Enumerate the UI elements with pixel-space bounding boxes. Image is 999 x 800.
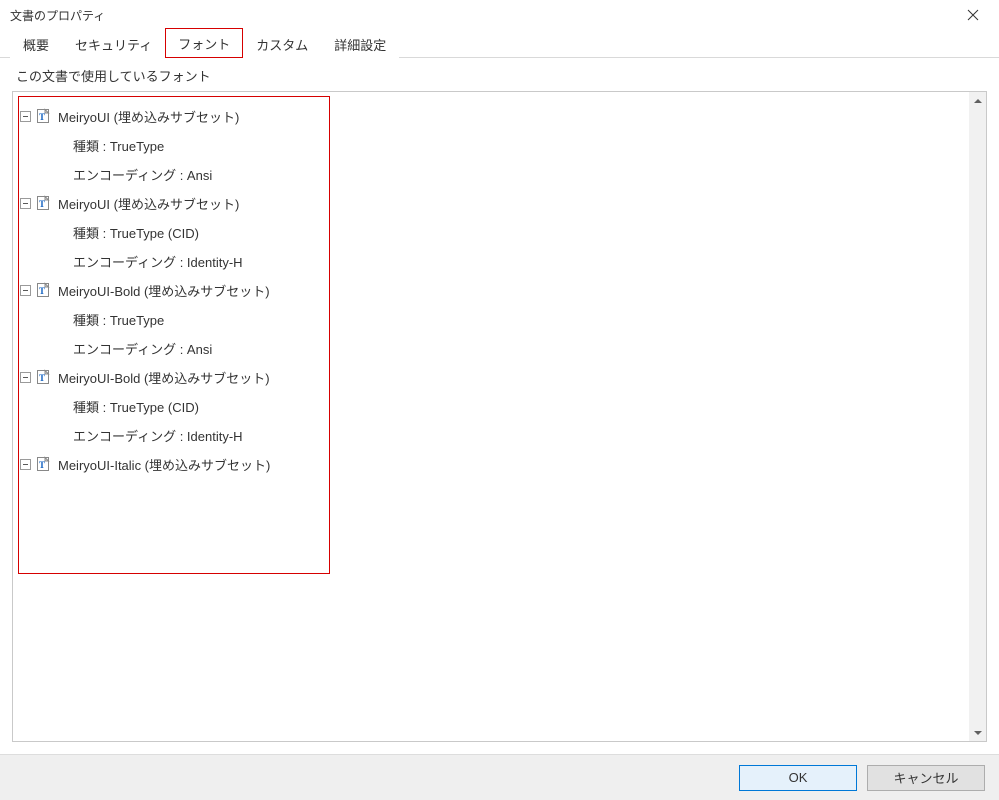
font-file-icon: T xyxy=(36,195,52,211)
collapse-toggle[interactable] xyxy=(20,198,31,209)
font-encoding-row: エンコーディング : Identity-H xyxy=(73,250,965,272)
font-encoding-row: エンコーディング : Ansi xyxy=(73,337,965,359)
font-node[interactable]: T MeiryoUI (埋め込みサブセット) xyxy=(17,105,965,127)
font-file-icon: T xyxy=(36,456,52,472)
font-type-row: 種類 : TrueType xyxy=(73,308,965,330)
font-node[interactable]: T MeiryoUI-Bold (埋め込みサブセット) xyxy=(17,279,965,301)
titlebar: 文書のプロパティ xyxy=(0,0,999,30)
font-encoding-row: エンコーディング : Identity-H xyxy=(73,424,965,446)
font-type-row: 種類 : TrueType (CID) xyxy=(73,221,965,243)
font-type-row: 種類 : TrueType (CID) xyxy=(73,395,965,417)
font-node[interactable]: T MeiryoUI (埋め込みサブセット) xyxy=(17,192,965,214)
collapse-toggle[interactable] xyxy=(20,459,31,470)
vertical-scrollbar[interactable] xyxy=(969,92,986,741)
collapse-toggle[interactable] xyxy=(20,285,31,296)
scroll-down-button[interactable] xyxy=(969,724,986,741)
tab-advanced[interactable]: 詳細設定 xyxy=(321,29,399,58)
font-type-row: 種類 : TrueType xyxy=(73,134,965,156)
collapse-toggle[interactable] xyxy=(20,372,31,383)
fonts-group-label: この文書で使用しているフォント xyxy=(12,62,987,91)
ok-button[interactable]: OK xyxy=(739,765,857,791)
font-name: MeiryoUI (埋め込みサブセット) xyxy=(58,194,239,213)
svg-text:T: T xyxy=(39,373,45,383)
svg-text:T: T xyxy=(39,199,45,209)
document-properties-dialog: 文書のプロパティ 概要 セキュリティ フォント カスタム 詳細設定 この文書で使… xyxy=(0,0,999,800)
font-name: MeiryoUI (埋め込みサブセット) xyxy=(58,107,239,126)
close-button[interactable] xyxy=(953,0,993,30)
font-name: MeiryoUI-Bold (埋め込みサブセット) xyxy=(58,368,270,387)
font-node[interactable]: T MeiryoUI-Bold (埋め込みサブセット) xyxy=(17,366,965,388)
font-node[interactable]: T MeiryoUI-Italic (埋め込みサブセット) xyxy=(17,453,965,475)
tab-content: この文書で使用しているフォント T MeiryoUI (埋め込みサブセット) 種類… xyxy=(0,58,999,754)
dialog-footer: OK キャンセル xyxy=(0,754,999,800)
font-file-icon: T xyxy=(36,108,52,124)
tab-bar: 概要 セキュリティ フォント カスタム 詳細設定 xyxy=(0,30,999,58)
scroll-up-button[interactable] xyxy=(969,92,986,109)
tab-fonts[interactable]: フォント xyxy=(165,28,243,58)
font-name: MeiryoUI-Bold (埋め込みサブセット) xyxy=(58,281,270,300)
svg-text:T: T xyxy=(39,286,45,296)
tab-security[interactable]: セキュリティ xyxy=(62,29,165,58)
font-encoding-row: エンコーディング : Ansi xyxy=(73,163,965,185)
collapse-toggle[interactable] xyxy=(20,111,31,122)
font-name: MeiryoUI-Italic (埋め込みサブセット) xyxy=(58,455,270,474)
fonts-tree-container: T MeiryoUI (埋め込みサブセット) 種類 : TrueType エンコーデ… xyxy=(12,91,987,742)
chevron-down-icon xyxy=(974,729,982,737)
fonts-tree[interactable]: T MeiryoUI (埋め込みサブセット) 種類 : TrueType エンコーデ… xyxy=(13,92,969,741)
tab-summary[interactable]: 概要 xyxy=(10,29,62,58)
svg-text:T: T xyxy=(39,460,45,470)
cancel-button[interactable]: キャンセル xyxy=(867,765,985,791)
font-file-icon: T xyxy=(36,369,52,385)
dialog-title: 文書のプロパティ xyxy=(6,7,953,24)
font-file-icon: T xyxy=(36,282,52,298)
close-icon xyxy=(967,9,979,21)
tab-custom[interactable]: カスタム xyxy=(243,29,321,58)
svg-text:T: T xyxy=(39,112,45,122)
chevron-up-icon xyxy=(974,97,982,105)
